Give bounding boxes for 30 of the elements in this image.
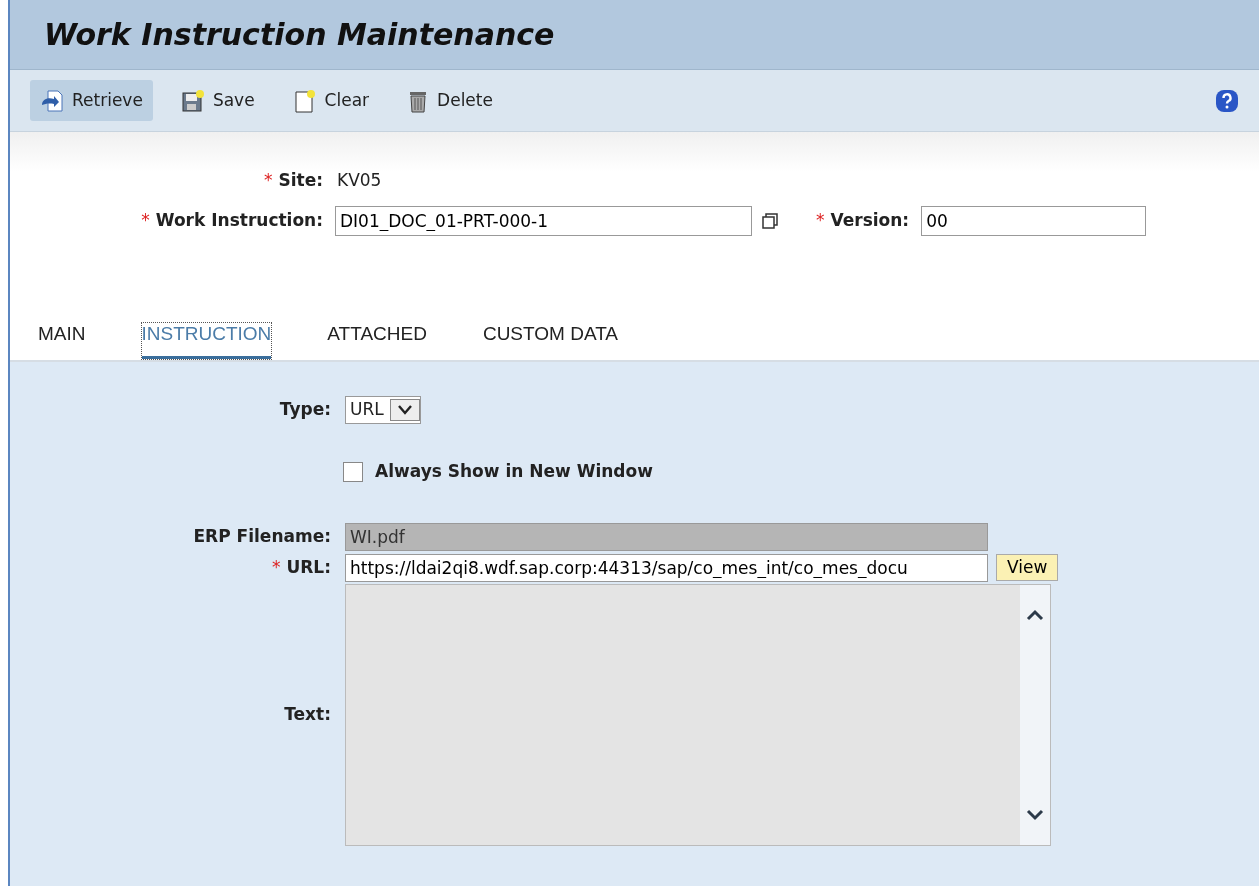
tab[interactable]: INSTRUCTION <box>113 311 300 360</box>
document-arrow-icon <box>40 88 64 113</box>
checkbox[interactable] <box>343 461 363 482</box>
tab[interactable]: CUSTOM DATA <box>454 311 647 360</box>
version-field[interactable]: 00 <box>921 205 1147 236</box>
help-icon[interactable] <box>1215 88 1239 113</box>
field-label: * URL: <box>271 556 331 577</box>
url-field[interactable]: https://ldai2qi8.wdf.sap.corp:44313/sap/co_mes_int/co_mes_docu <box>345 553 988 582</box>
work-instruction-field[interactable]: DI01_DOC_01-PRT-000-1 <box>335 205 752 236</box>
copy-icon[interactable] <box>762 212 778 229</box>
chevron-down-icon <box>397 405 412 415</box>
field-label: Text: <box>284 703 331 724</box>
field-label: * Site: <box>263 170 323 190</box>
new-page-icon <box>292 88 317 113</box>
toolbar-button[interactable]: Save <box>170 79 265 122</box>
type-dropdown[interactable]: URL <box>345 396 421 424</box>
toolbar-button[interactable]: Retrieve <box>30 79 153 122</box>
site-value: KV05 <box>337 169 382 192</box>
toolbar-button[interactable]: Clear <box>282 79 380 122</box>
field-label: Type: <box>279 399 331 420</box>
field-label: ERP Filename: <box>193 525 331 546</box>
view-button[interactable]: View <box>996 554 1059 581</box>
toolbar-button[interactable]: Delete <box>397 79 503 122</box>
floppy-disk-icon <box>180 88 205 113</box>
page-title: Work Instruction Maintenance <box>44 16 555 54</box>
field-label: * Version: <box>816 209 910 230</box>
tab[interactable]: MAIN <box>38 311 114 360</box>
tab[interactable]: ATTACHED <box>299 311 455 360</box>
checkbox-label: Always Show in New Window <box>375 460 653 483</box>
field-label: * Work Instruction: <box>141 209 323 230</box>
